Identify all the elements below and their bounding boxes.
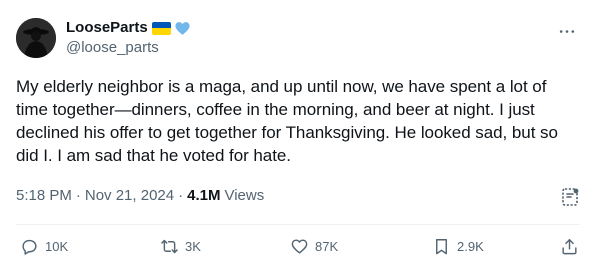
views-count[interactable]: 4.1M — [187, 186, 220, 206]
heart-icon — [291, 238, 308, 254]
meta-separator: · — [75, 187, 81, 204]
more-options-icon[interactable] — [556, 20, 578, 42]
bookmark-count: 2.9K — [457, 238, 484, 254]
like-count: 87K — [315, 238, 339, 254]
tweet-date[interactable]: Nov 21, 2024 — [85, 186, 174, 206]
tweet-header: LooseParts @loose_parts — [16, 16, 580, 60]
repost-count: 3K — [185, 238, 201, 254]
tweet-text: My elderly neighbor is a maga, and up un… — [16, 77, 558, 165]
blue-heart-icon — [175, 21, 190, 35]
name-row: LooseParts — [66, 18, 191, 38]
views-label: Views — [224, 187, 265, 204]
reply-button[interactable]: 10K — [20, 237, 68, 256]
like-button[interactable]: 87K — [290, 237, 338, 256]
bookmark-icon — [436, 238, 447, 254]
reply-count: 10K — [45, 238, 69, 254]
repost-icon — [161, 239, 178, 253]
author-names: LooseParts @loose_parts — [66, 18, 191, 58]
share-icon — [562, 238, 577, 254]
tweet-time[interactable]: 5:18 PM — [16, 186, 72, 206]
ukraine-flag-icon — [151, 21, 171, 35]
grok-summary-icon[interactable] — [560, 186, 582, 208]
divider — [16, 224, 580, 225]
meta-separator: · — [178, 187, 184, 204]
avatar[interactable] — [16, 18, 56, 58]
tweet-meta: 5:18 PM · Nov 21, 2024 · 4.1M Views — [16, 186, 264, 206]
display-name[interactable]: LooseParts — [66, 18, 148, 38]
avatar-image — [16, 18, 56, 58]
share-button[interactable] — [560, 237, 579, 256]
handle[interactable]: @loose_parts — [66, 38, 191, 58]
action-bar: 10K 3K 87K 2.9K — [16, 234, 580, 258]
repost-button[interactable]: 3K — [160, 237, 201, 256]
reply-icon — [22, 239, 37, 255]
bookmark-button[interactable]: 2.9K — [432, 237, 484, 256]
